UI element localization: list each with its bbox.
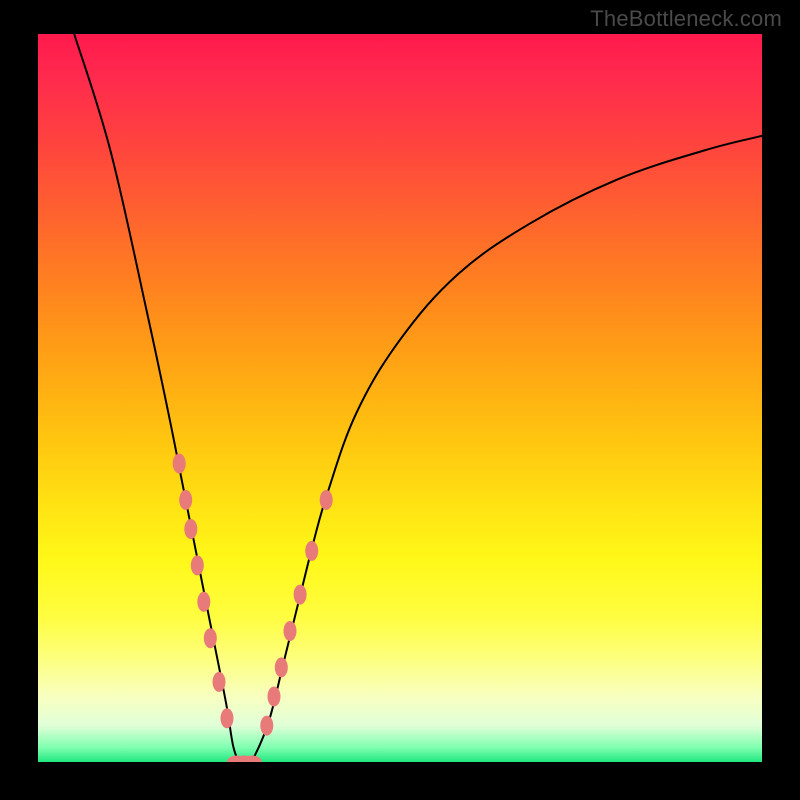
bottleneck-curve-svg (38, 34, 762, 762)
watermark-text: TheBottleneck.com (590, 6, 782, 32)
curve-marker (284, 621, 297, 641)
plot-area (38, 34, 762, 762)
chart-frame: TheBottleneck.com (0, 0, 800, 800)
curve-marker (191, 555, 204, 575)
curve-marker (260, 716, 273, 736)
curve-marker (305, 541, 318, 561)
curve-marker (213, 672, 226, 692)
curve-marker (320, 490, 333, 510)
valley-markers (227, 756, 262, 763)
curve-marker (173, 454, 186, 474)
bottleneck-curve (74, 34, 762, 762)
curve-marker (294, 585, 307, 605)
curve-marker (275, 657, 288, 677)
curve-marker (221, 708, 234, 728)
curve-marker (184, 519, 197, 539)
curve-marker (179, 490, 192, 510)
curve-marker (197, 592, 210, 612)
curve-marker (268, 687, 281, 707)
curve-marker (204, 628, 217, 648)
